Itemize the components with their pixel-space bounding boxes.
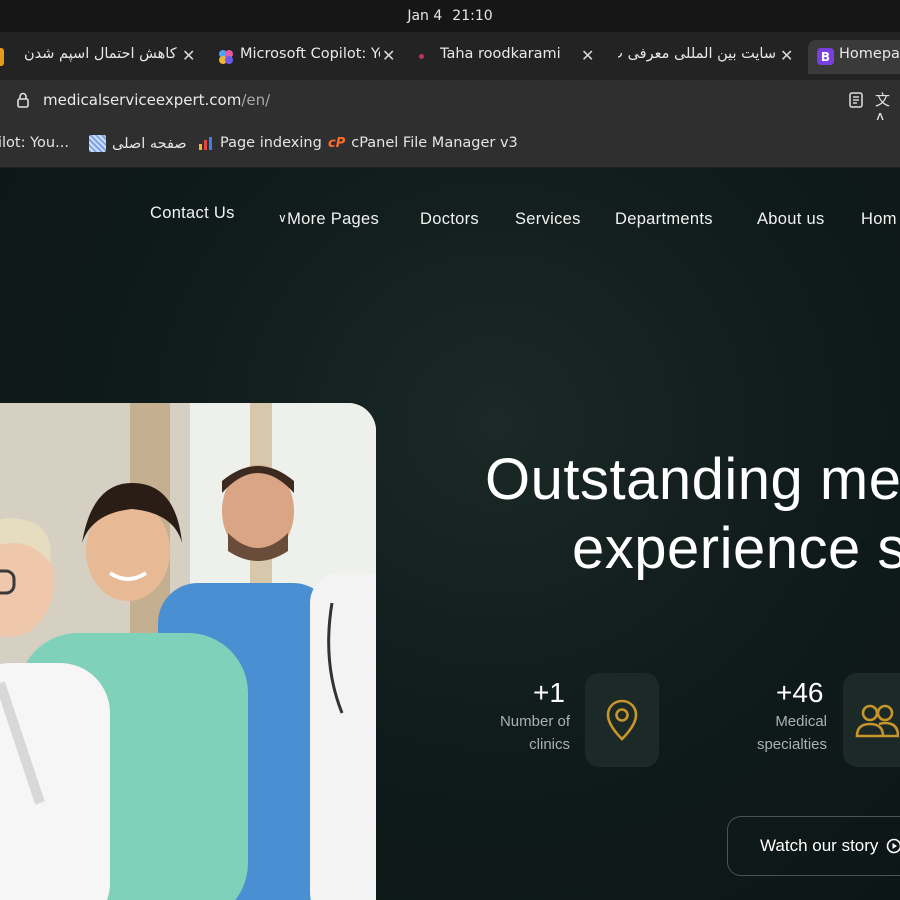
copilot-icon [219,50,233,64]
stat-specialties-number: +46 [776,677,824,708]
bookmark-cpanel[interactable]: cP cPanel File Manager v3 [328,135,518,151]
browser-tab-strip: کاهش احتمال اسپم شدن ✕ Microsoft Copilot… [0,32,900,80]
nav-more-pages[interactable]: ∨More Pages [278,210,379,229]
tab-label: Microsoft Copilot: Yo [240,46,380,62]
stat-clinics-icon-box [585,673,659,767]
url-host: medicalserviceexpert.com [43,91,242,109]
close-icon[interactable]: ✕ [382,46,395,65]
users-icon [855,704,899,738]
tab-taha[interactable]: Taha roodkarami ✕ [417,40,603,74]
close-icon[interactable]: ✕ [780,46,793,65]
bookmark-label: Page indexing [220,135,322,151]
nav-services[interactable]: Services [515,210,581,229]
nav-home[interactable]: Hom [861,210,897,229]
nav-about-us[interactable]: About us [757,210,825,229]
url-path: /en/ [241,91,271,109]
bookmarks-bar: ilot: You... صفحه اصلی Page indexing cP … [0,120,900,168]
nav-departments[interactable]: Departments [615,210,713,229]
cpanel-icon: cP [328,135,346,151]
bookmark-label: ilot: You... [0,135,69,151]
os-top-bar: Jan 4 21:10 [0,0,900,32]
tab-international-site[interactable]: سایت بین المللی معرفی پ ✕ [614,40,800,74]
stat-clinics-label: Number of clinics [470,710,570,756]
stat-specialties-icon-box [843,673,900,767]
watch-story-label: Watch our story [760,836,879,855]
red-dot-icon [419,54,424,59]
medical-team-illustration [0,403,376,900]
stat-label-line: specialties [756,736,827,753]
bootstrap-b-icon: B [817,48,834,65]
hero-medical-team-photo [0,403,376,900]
os-date: Jan 4 [407,8,443,24]
tab-label: Taha roodkarami [440,46,561,62]
bookmark-page-indexing[interactable]: Page indexing [198,135,322,151]
grid-favicon-icon [89,135,106,152]
bookmark-home-fa[interactable]: صفحه اصلی [89,135,187,152]
hero-headline-line1: Outstanding me [485,447,900,512]
stat-label-line: Medical [775,713,827,730]
reader-mode-icon[interactable] [849,92,863,108]
tab-spam[interactable]: کاهش احتمال اسپم شدن ✕ [0,40,200,74]
location-pin-icon [606,699,638,741]
tab-label: کاهش احتمال اسپم شدن [24,46,177,62]
lock-icon[interactable] [16,92,30,108]
play-circle-icon [887,838,900,854]
nav-doctors[interactable]: Doctors [420,210,479,229]
tab-label: سایت بین المللی معرفی پ [618,46,776,62]
stat-label-line: clinics [529,736,570,753]
stat-specialties-label: Medical specialties [727,710,827,756]
search-console-icon [199,137,212,150]
bookmark-copilot[interactable]: ilot: You... [0,135,69,151]
nav-label: More Pages [287,210,380,228]
close-icon[interactable]: ✕ [182,46,195,65]
stat-label-line: Number of [499,713,570,730]
chevron-down-icon: ∨ [278,211,288,225]
bookmark-label: صفحه اصلی [112,135,187,152]
hero-headline-line2: experience s [572,516,900,581]
stat-clinics-number: +1 [533,677,565,708]
close-icon[interactable]: ✕ [581,46,594,65]
os-clock: 21:10 [452,8,493,24]
web-page: Contact Us ∨More Pages Doctors Services … [0,168,900,900]
tab-homepage[interactable]: B Homepag [808,40,900,74]
address-bar-row: medicalserviceexpert.com/en/ 文A [0,80,900,128]
orange-square-icon [0,48,4,66]
watch-story-button[interactable]: Watch our story [727,816,900,876]
tab-copilot[interactable]: Microsoft Copilot: Yo ✕ [218,40,404,74]
tab-label: Homepag [839,46,900,62]
url-field[interactable]: medicalserviceexpert.com/en/ [43,91,270,109]
bookmark-label: cPanel File Manager v3 [351,135,518,151]
nav-contact-us[interactable]: Contact Us [150,204,235,223]
